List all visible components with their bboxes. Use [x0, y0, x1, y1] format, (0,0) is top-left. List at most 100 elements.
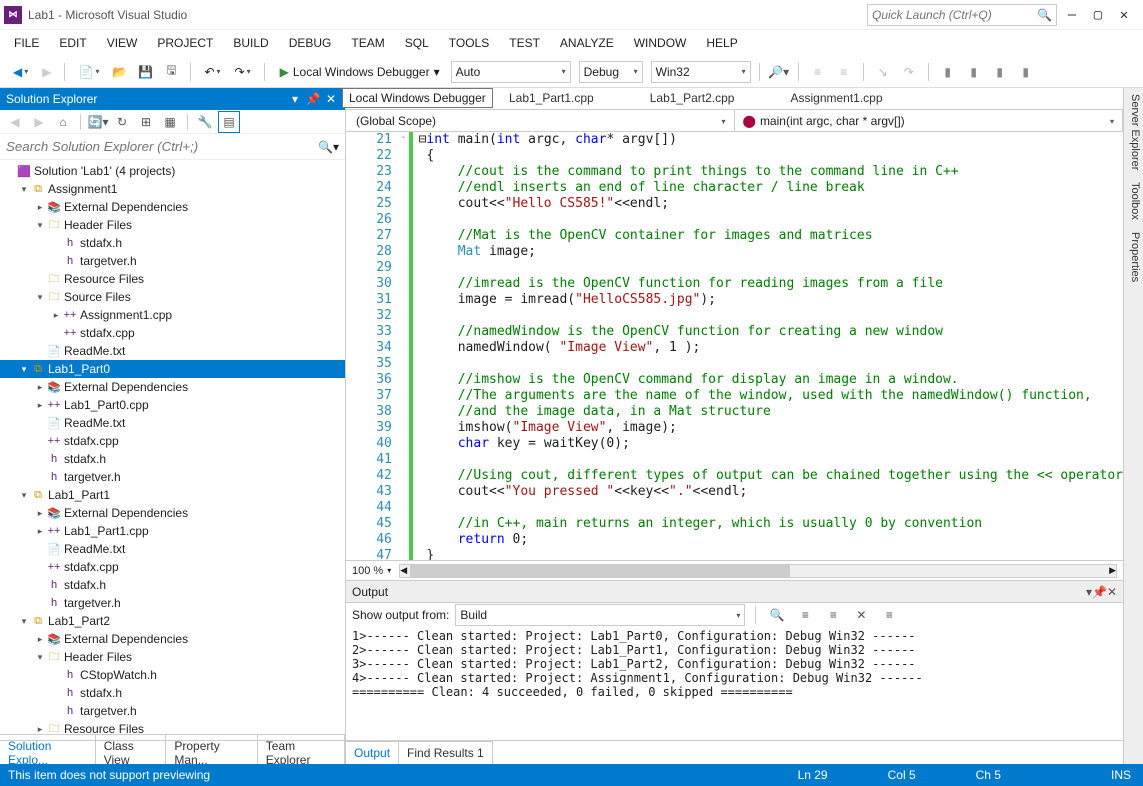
tree-item[interactable]: ▸📚External Dependencies	[0, 504, 345, 522]
se-showall-icon[interactable]: ▦	[159, 111, 181, 133]
solution-explorer-search[interactable]: 🔍▾	[0, 134, 345, 160]
output-text[interactable]: 1>------ Clean started: Project: Lab1_Pa…	[346, 627, 1123, 740]
platform-combo[interactable]: Win32▾	[651, 61, 751, 83]
tree-item[interactable]: ▾⧉Assignment1	[0, 180, 345, 198]
se-home-icon[interactable]: ⌂	[52, 111, 74, 133]
menu-team[interactable]: TEAM	[341, 32, 394, 54]
search-icon[interactable]: 🔍	[1037, 8, 1052, 22]
tree-item[interactable]: htargetver.h	[0, 702, 345, 720]
menu-analyze[interactable]: ANALYZE	[550, 32, 624, 54]
nav-back-button[interactable]: ◀▾	[8, 60, 33, 84]
menu-debug[interactable]: DEBUG	[279, 32, 342, 54]
output-clear-icon[interactable]: ✕	[850, 604, 872, 626]
menu-sql[interactable]: SQL	[395, 32, 439, 54]
output-find-icon[interactable]: 🔍	[766, 604, 788, 626]
tree-item[interactable]: ++stdafx.cpp	[0, 558, 345, 576]
tree-item[interactable]: ▾🗀Header Files	[0, 648, 345, 666]
se-properties-icon[interactable]: 🔧	[194, 111, 216, 133]
tree-item[interactable]: ▾⧉Lab1_Part1	[0, 486, 345, 504]
find-button[interactable]: 🔎▾	[768, 61, 790, 83]
menu-test[interactable]: TEST	[499, 32, 550, 54]
start-debugging-button[interactable]: ▶ Local Windows Debugger ▾	[273, 60, 447, 84]
se-back-icon[interactable]: ◀	[4, 111, 26, 133]
menu-window[interactable]: WINDOW	[624, 32, 697, 54]
zoom-level[interactable]: 100 %	[352, 565, 383, 577]
panel-tab[interactable]: Output	[345, 741, 399, 764]
tree-item[interactable]: 📄ReadMe.txt	[0, 342, 345, 360]
tree-item[interactable]: hstdafx.h	[0, 576, 345, 594]
close-button[interactable]: ✕	[1117, 8, 1131, 22]
tree-item[interactable]: hstdafx.h	[0, 234, 345, 252]
tree-item[interactable]: ▸📚External Dependencies	[0, 378, 345, 396]
bookmark-button[interactable]: ▮	[937, 61, 959, 83]
horizontal-scrollbar[interactable]: ◀▶	[399, 564, 1117, 578]
tree-item[interactable]: ▸📚External Dependencies	[0, 198, 345, 216]
panel-tab[interactable]: Find Results 1	[398, 741, 493, 764]
tree-item[interactable]: hstdafx.h	[0, 450, 345, 468]
tree-item[interactable]: htargetver.h	[0, 594, 345, 612]
next-bookmark-button[interactable]: ▮	[963, 61, 985, 83]
tree-item[interactable]: ▾🗀Header Files	[0, 216, 345, 234]
undo-button[interactable]: ↶▾	[199, 60, 225, 84]
clear-bookmarks-button[interactable]: ▮	[1015, 61, 1037, 83]
se-refresh-icon[interactable]: ↻	[111, 111, 133, 133]
editor-tab[interactable]: Lab1_Part2.cpp	[637, 87, 748, 109]
output-wrap-icon[interactable]: ≡	[878, 604, 900, 626]
se-search-input[interactable]	[6, 139, 318, 154]
tree-item[interactable]: ++stdafx.cpp	[0, 432, 345, 450]
menu-tools[interactable]: TOOLS	[439, 32, 499, 54]
open-file-button[interactable]: 📂	[108, 61, 130, 83]
quick-launch-box[interactable]: 🔍	[867, 4, 1057, 26]
solution-config-combo[interactable]: Auto▾	[451, 61, 571, 83]
quick-launch-input[interactable]	[872, 8, 1037, 22]
tree-item[interactable]: ▾🗀Source Files	[0, 288, 345, 306]
new-project-button[interactable]: 📄▾	[73, 60, 104, 84]
solution-tree[interactable]: 🟪Solution 'Lab1' (4 projects)▾⧉Assignmen…	[0, 160, 345, 740]
tree-item[interactable]: ▾⧉Lab1_Part0	[0, 360, 345, 378]
tree-item[interactable]: 🟪Solution 'Lab1' (4 projects)	[0, 162, 345, 180]
tree-item[interactable]: ++stdafx.cpp	[0, 324, 345, 342]
se-preview-icon[interactable]: ▤	[218, 111, 240, 133]
output-goto-icon[interactable]: ≡	[794, 604, 816, 626]
tree-item[interactable]: 🗀Resource Files	[0, 270, 345, 288]
tree-item[interactable]: htargetver.h	[0, 252, 345, 270]
pin-icon[interactable]: 📌	[305, 91, 321, 107]
menu-project[interactable]: PROJECT	[147, 32, 223, 54]
tree-item[interactable]: hCStopWatch.h	[0, 666, 345, 684]
tree-item[interactable]: hstdafx.h	[0, 684, 345, 702]
prev-bookmark-button[interactable]: ▮	[989, 61, 1011, 83]
panel-dropdown-icon[interactable]: ▾	[287, 91, 303, 107]
rail-tab[interactable]: Properties	[1126, 232, 1141, 282]
search-icon[interactable]: 🔍▾	[318, 140, 339, 154]
editor-tab[interactable]: Assignment1.cpp	[777, 87, 895, 109]
se-collapse-icon[interactable]: ⊞	[135, 111, 157, 133]
tree-item[interactable]: ▸++Lab1_Part1.cpp	[0, 522, 345, 540]
rail-tab[interactable]: Toolbox	[1126, 182, 1141, 220]
panel-close-icon[interactable]: ✕	[323, 91, 339, 107]
menu-help[interactable]: HELP	[696, 32, 747, 54]
menu-view[interactable]: VIEW	[97, 32, 148, 54]
editor-tab[interactable]: Lab1_Part1.cpp	[496, 87, 607, 109]
tree-item[interactable]: ▾⧉Lab1_Part2	[0, 612, 345, 630]
tree-item[interactable]: 📄ReadMe.txt	[0, 540, 345, 558]
maximize-button[interactable]: ▢	[1091, 8, 1105, 22]
build-config-combo[interactable]: Debug▾	[579, 61, 643, 83]
menu-build[interactable]: BUILD	[223, 32, 278, 54]
menu-file[interactable]: FILE	[4, 32, 49, 54]
rail-tab[interactable]: Server Explorer	[1126, 94, 1141, 170]
scope-combo-right[interactable]: ⬤main(int argc, char * argv[])▾	[735, 110, 1124, 132]
panel-close-icon[interactable]: ✕	[1107, 585, 1117, 599]
tree-item[interactable]: ▸++Assignment1.cpp	[0, 306, 345, 324]
nav-fwd-button[interactable]: ▶	[37, 60, 56, 84]
output-source-combo[interactable]: Build▾	[455, 604, 745, 626]
menu-edit[interactable]: EDIT	[49, 32, 96, 54]
minimize-button[interactable]: —	[1065, 8, 1079, 22]
tree-item[interactable]: htargetver.h	[0, 468, 345, 486]
save-all-button[interactable]: 🖫	[160, 61, 182, 83]
tree-item[interactable]: ▸++Lab1_Part0.cpp	[0, 396, 345, 414]
code-editor[interactable]: 2122232425262728293031323334353637383940…	[346, 132, 1123, 560]
scope-combo-left[interactable]: (Global Scope)▾	[346, 110, 735, 132]
output-prev-icon[interactable]: ≡	[822, 604, 844, 626]
pin-icon[interactable]: 📌	[1092, 585, 1107, 599]
se-fwd-icon[interactable]: ▶	[28, 111, 50, 133]
